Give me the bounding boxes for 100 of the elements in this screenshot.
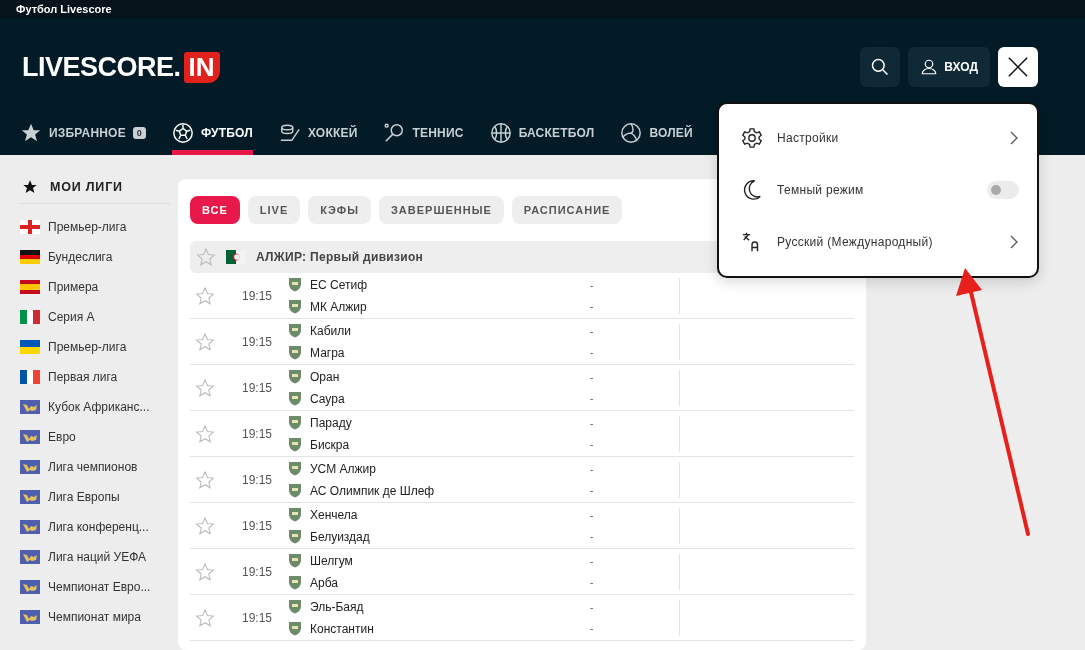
sport-tab[interactable]: БАСКЕТБОЛ	[489, 116, 595, 155]
score: -	[590, 278, 595, 292]
league-link[interactable]: Кубок Африканс...	[48, 400, 150, 414]
sport-tab[interactable]: ИЗБРАННОЕ 0	[20, 116, 147, 155]
page-title: Футбол Livescore	[16, 3, 112, 15]
team-crest-icon	[288, 437, 302, 452]
count-badge: 0	[132, 127, 147, 139]
sport-tab[interactable]: ВОЛЕЙ	[620, 116, 693, 155]
league-name[interactable]: АЛЖИР: Первый дивизион	[256, 250, 424, 264]
team-name: Белуиздад	[310, 529, 370, 544]
filter-tab[interactable]: LIVE	[247, 196, 301, 224]
login-button[interactable]: ВХОД	[908, 47, 990, 87]
favorite-star-icon[interactable]	[195, 561, 215, 582]
team-crest-icon	[288, 529, 302, 544]
dark-mode-toggle[interactable]	[987, 181, 1019, 199]
team-name: Бискра	[310, 437, 350, 452]
favorite-star-icon[interactable]	[196, 247, 216, 267]
score: -	[590, 529, 595, 543]
match-time: 19:15	[242, 472, 273, 487]
menu-item[interactable]: Темный режим	[777, 183, 973, 197]
menu-item[interactable]: Русский (Международный)	[777, 235, 995, 249]
team-crest-icon	[288, 461, 302, 476]
team-name: Хенчела	[310, 507, 358, 522]
team-crest-icon	[288, 621, 302, 636]
league-link[interactable]: Первая лига	[48, 370, 118, 384]
soccer-ball-icon	[172, 122, 195, 144]
league-link[interactable]: Лига конференц...	[48, 520, 149, 534]
hockey-puck-icon	[278, 122, 301, 144]
flag-icon	[20, 610, 40, 624]
filter-tab[interactable]: ВСЕ	[190, 196, 240, 224]
tab-label: ХОККЕЙ	[307, 126, 358, 140]
score: -	[590, 299, 595, 313]
menu-item[interactable]: Настройки	[777, 131, 995, 145]
score: -	[590, 600, 595, 614]
league-link[interactable]: Лига Европы	[48, 490, 120, 504]
close-icon	[1007, 56, 1029, 78]
favorite-star-icon[interactable]	[195, 423, 215, 444]
score: -	[590, 437, 595, 451]
match-time: 19:15	[242, 288, 273, 303]
sport-tab[interactable]: ХОККЕЙ	[278, 116, 358, 155]
sport-tab[interactable]: ТЕННИС	[383, 116, 464, 155]
flag-icon	[20, 400, 40, 414]
favorite-star-icon[interactable]	[195, 515, 215, 536]
league-link[interactable]: Премьер-лига	[48, 340, 127, 354]
score: -	[590, 554, 595, 568]
chevron-right-icon	[1009, 130, 1019, 146]
favorite-star-icon[interactable]	[195, 377, 215, 398]
match-time: 19:15	[242, 380, 273, 395]
team-name: УСМ Алжир	[310, 461, 376, 476]
tab-label: ВОЛЕЙ	[649, 126, 693, 140]
team-name: ЕС Сетиф	[310, 277, 368, 292]
league-link[interactable]: Лига чемпионов	[48, 460, 138, 474]
sport-tab[interactable]: ФУТБОЛ	[172, 116, 253, 155]
favorite-star-icon[interactable]	[195, 607, 215, 628]
league-link[interactable]: Серия А	[48, 310, 95, 324]
volleyball-icon	[620, 122, 643, 144]
favorite-star-icon[interactable]	[195, 285, 215, 306]
score: -	[590, 324, 595, 338]
tennis-racket-icon	[383, 122, 406, 144]
league-link[interactable]: Чемпионат мира	[48, 610, 141, 624]
favorite-star-icon[interactable]	[195, 331, 215, 352]
chevron-right-icon	[1009, 234, 1019, 250]
flag-icon	[20, 490, 40, 504]
flag-icon	[20, 250, 40, 264]
team-name: Эль-Баяд	[310, 599, 364, 614]
league-link[interactable]: Евро	[48, 430, 76, 444]
score: -	[590, 575, 595, 589]
team-crest-icon	[288, 369, 302, 384]
team-name: Саура	[310, 391, 345, 406]
team-name: Параду	[310, 415, 352, 430]
favorite-star-icon[interactable]	[195, 469, 215, 490]
team-name: Кабили	[310, 323, 351, 338]
score: -	[590, 370, 595, 384]
filter-tab[interactable]: ЗАВЕРШЕННЫЕ	[378, 196, 504, 224]
league-link[interactable]: Бундеслига	[48, 250, 113, 264]
team-crest-icon	[288, 507, 302, 522]
team-name: Арба	[310, 575, 338, 590]
league-link[interactable]: Премьер-лига	[48, 220, 127, 234]
team-crest-icon	[288, 299, 302, 314]
filter-tab[interactable]: КЭФЫ	[308, 196, 371, 224]
match-time: 19:15	[242, 518, 273, 533]
team-crest-icon	[288, 277, 302, 292]
team-crest-icon	[288, 345, 302, 360]
tab-label: БАСКЕТБОЛ	[518, 126, 595, 140]
filter-tab[interactable]: РАСПИСАНИЕ	[511, 196, 623, 224]
team-name: МК Алжир	[310, 299, 367, 314]
team-name: Оран	[310, 369, 340, 384]
league-link[interactable]: Примера	[48, 280, 99, 294]
team-crest-icon	[288, 391, 302, 406]
score: -	[590, 462, 595, 476]
close-button[interactable]	[998, 47, 1038, 87]
team-name: АС Олимпик де Шлеф	[310, 483, 435, 498]
score: -	[590, 621, 595, 635]
league-link[interactable]: Чемпионат Евро...	[48, 580, 151, 594]
basketball-icon	[489, 122, 512, 144]
league-link[interactable]: Лига наций УЕФА	[48, 550, 147, 564]
user-icon	[920, 58, 939, 76]
flag-icon	[20, 310, 40, 324]
search-button[interactable]	[860, 47, 901, 87]
flag-icon	[20, 220, 40, 234]
